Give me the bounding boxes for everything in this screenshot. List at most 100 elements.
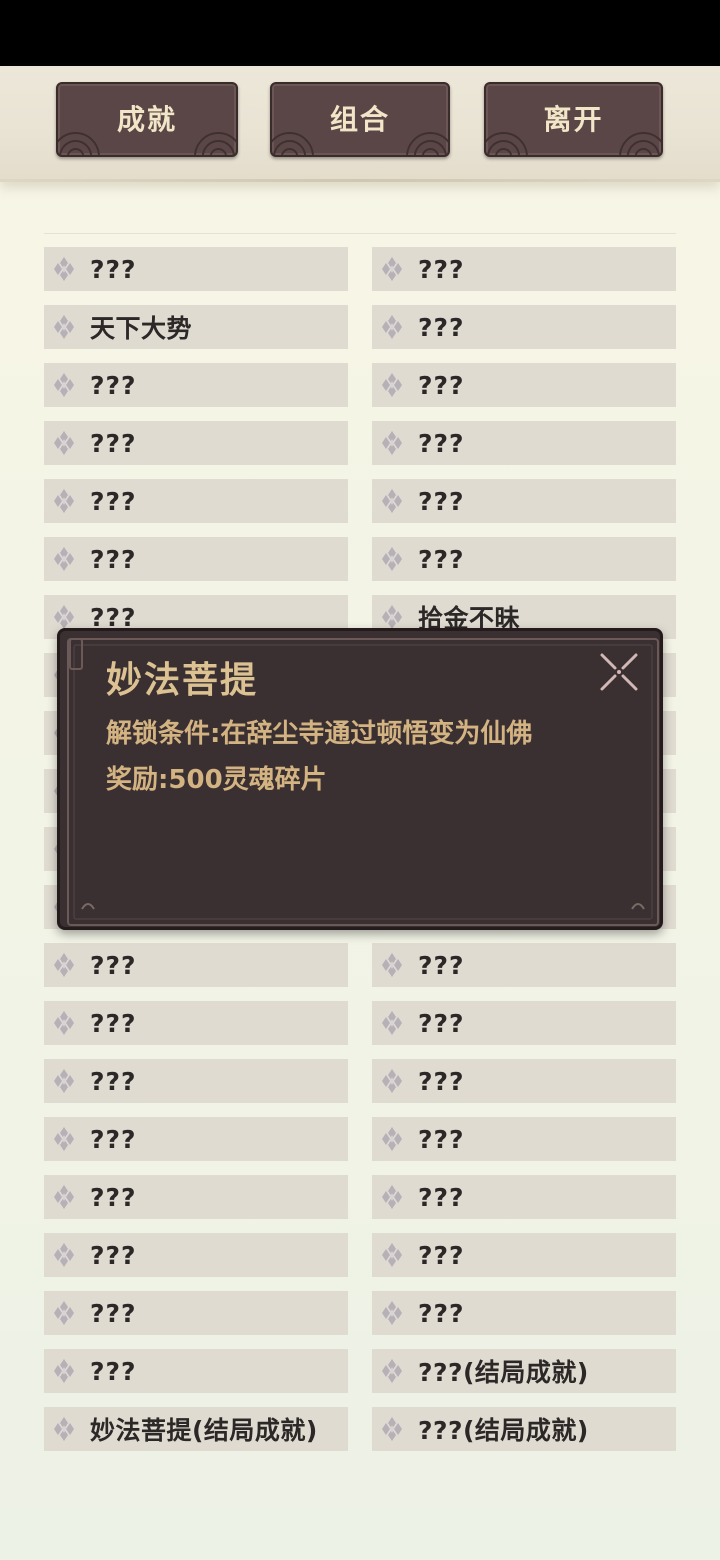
achievement-item[interactable]: ??? [372,305,676,349]
diamond-cluster-icon [382,257,402,281]
diamond-cluster-icon [54,1243,74,1267]
diamond-cluster-icon [382,1011,402,1035]
achievement-item[interactable]: ??? [372,943,676,987]
achievement-item-label: ??? [90,544,137,574]
achievement-item[interactable]: ??? [44,1117,348,1161]
diamond-cluster-icon [382,1185,402,1209]
achievement-item-label: ??? [418,254,465,284]
diamond-cluster-icon [382,489,402,513]
achievement-item[interactable]: ??? [44,1001,348,1045]
achievement-item-label: ??? [418,950,465,980]
diamond-cluster-icon [54,1011,74,1035]
diamond-cluster-icon [382,1359,402,1383]
achievement-item-label: ??? [418,312,465,342]
diamond-cluster-icon [382,1417,402,1441]
achievement-item[interactable]: ???(结局成就) [372,1349,676,1393]
achievement-item[interactable]: ??? [44,421,348,465]
diamond-cluster-icon [54,1069,74,1093]
achievement-button-label: 成就 [116,103,177,136]
achievement-item[interactable]: ??? [372,247,676,291]
achievement-item-label: ??? [418,370,465,400]
achievement-item[interactable]: ??? [44,247,348,291]
diamond-cluster-icon [382,315,402,339]
diamond-cluster-icon [382,1069,402,1093]
diamond-cluster-icon [382,1243,402,1267]
achievement-item[interactable]: ??? [372,537,676,581]
diamond-cluster-icon [54,1185,74,1209]
achievement-item-label: ??? [90,428,137,458]
achievement-item-label: ??? [418,1240,465,1270]
diamond-cluster-icon [54,1127,74,1151]
status-bar [0,0,720,66]
achievement-item-label: 妙法菩提(结局成就) [90,1416,318,1445]
achievement-item[interactable]: ??? [44,479,348,523]
achievement-item-label: ??? [90,1298,137,1328]
achievement-item-label: ???(结局成就) [418,1416,589,1445]
achievement-item-label: ??? [418,428,465,458]
diamond-cluster-icon [382,373,402,397]
achievement-item[interactable]: ??? [44,1291,348,1335]
achievement-item-label: ??? [418,486,465,516]
achievement-item-label: ??? [90,1124,137,1154]
achievement-item[interactable]: ??? [44,537,348,581]
achievement-item-label: ??? [418,1066,465,1096]
diamond-cluster-icon [382,547,402,571]
achievement-item[interactable]: ??? [44,1175,348,1219]
achievement-item-label: 天下大势 [90,314,193,343]
achievement-button[interactable]: 成就 [56,82,238,157]
unlock-condition-text: 解锁条件:在辞尘寺通过顿悟变为仙佛 [106,719,533,749]
achievement-item[interactable]: ??? [44,363,348,407]
achievement-item[interactable]: 妙法菩提(结局成就) [44,1407,348,1451]
combo-button[interactable]: 组合 [270,82,450,157]
achievement-item-label: ??? [90,1008,137,1038]
diamond-cluster-icon [54,1359,74,1383]
achievement-item-label: ??? [90,1182,137,1212]
diamond-cluster-icon [382,605,402,629]
achievement-item-label: ??? [90,254,137,284]
achievement-item-label: ??? [90,370,137,400]
achievement-item-label: ???(结局成就) [418,1358,589,1387]
diamond-cluster-icon [54,547,74,571]
diamond-cluster-icon [54,489,74,513]
achievement-detail-popup: 妙法菩提 解锁条件:在辞尘寺通过顿悟变为仙佛 奖励:500灵魂碎片 [57,628,663,930]
achievement-item[interactable]: ??? [372,1001,676,1045]
achievement-item-label: ??? [90,1240,137,1270]
achievement-item-label: ??? [418,1182,465,1212]
achievement-item[interactable]: ??? [372,479,676,523]
list-divider [44,233,676,234]
diamond-cluster-icon [382,953,402,977]
achievement-item[interactable]: ??? [372,421,676,465]
achievement-item[interactable]: ??? [372,1117,676,1161]
achievement-item-label: ??? [418,1124,465,1154]
diamond-cluster-icon [54,431,74,455]
achievement-item[interactable]: ??? [44,1349,348,1393]
close-x-icon[interactable] [596,649,642,695]
popup-title: 妙法菩提 [106,660,259,701]
achievement-item[interactable]: ??? [372,1291,676,1335]
leave-button[interactable]: 离开 [484,82,663,157]
achievement-item-label: ??? [90,486,137,516]
achievement-item[interactable]: ??? [44,1233,348,1277]
achievement-item-label: ??? [418,544,465,574]
achievement-item[interactable]: ??? [372,1233,676,1277]
diamond-cluster-icon [54,1417,74,1441]
achievement-item-label: ??? [418,1008,465,1038]
achievement-item[interactable]: ???(结局成就) [372,1407,676,1451]
combo-button-label: 组合 [329,103,390,136]
diamond-cluster-icon [382,431,402,455]
achievement-item[interactable]: ??? [44,1059,348,1103]
achievement-item[interactable]: 天下大势 [44,305,348,349]
leave-button-label: 离开 [543,103,604,136]
achievement-item-label: ??? [418,1298,465,1328]
diamond-cluster-icon [54,953,74,977]
achievement-item-label: ??? [90,1066,137,1096]
diamond-cluster-icon [54,1301,74,1325]
diamond-cluster-icon [382,1127,402,1151]
achievement-item[interactable]: ??? [372,1175,676,1219]
achievement-item[interactable]: ??? [44,943,348,987]
diamond-cluster-icon [54,315,74,339]
diamond-cluster-icon [54,257,74,281]
diamond-cluster-icon [382,1301,402,1325]
achievement-item[interactable]: ??? [372,363,676,407]
achievement-item[interactable]: ??? [372,1059,676,1103]
